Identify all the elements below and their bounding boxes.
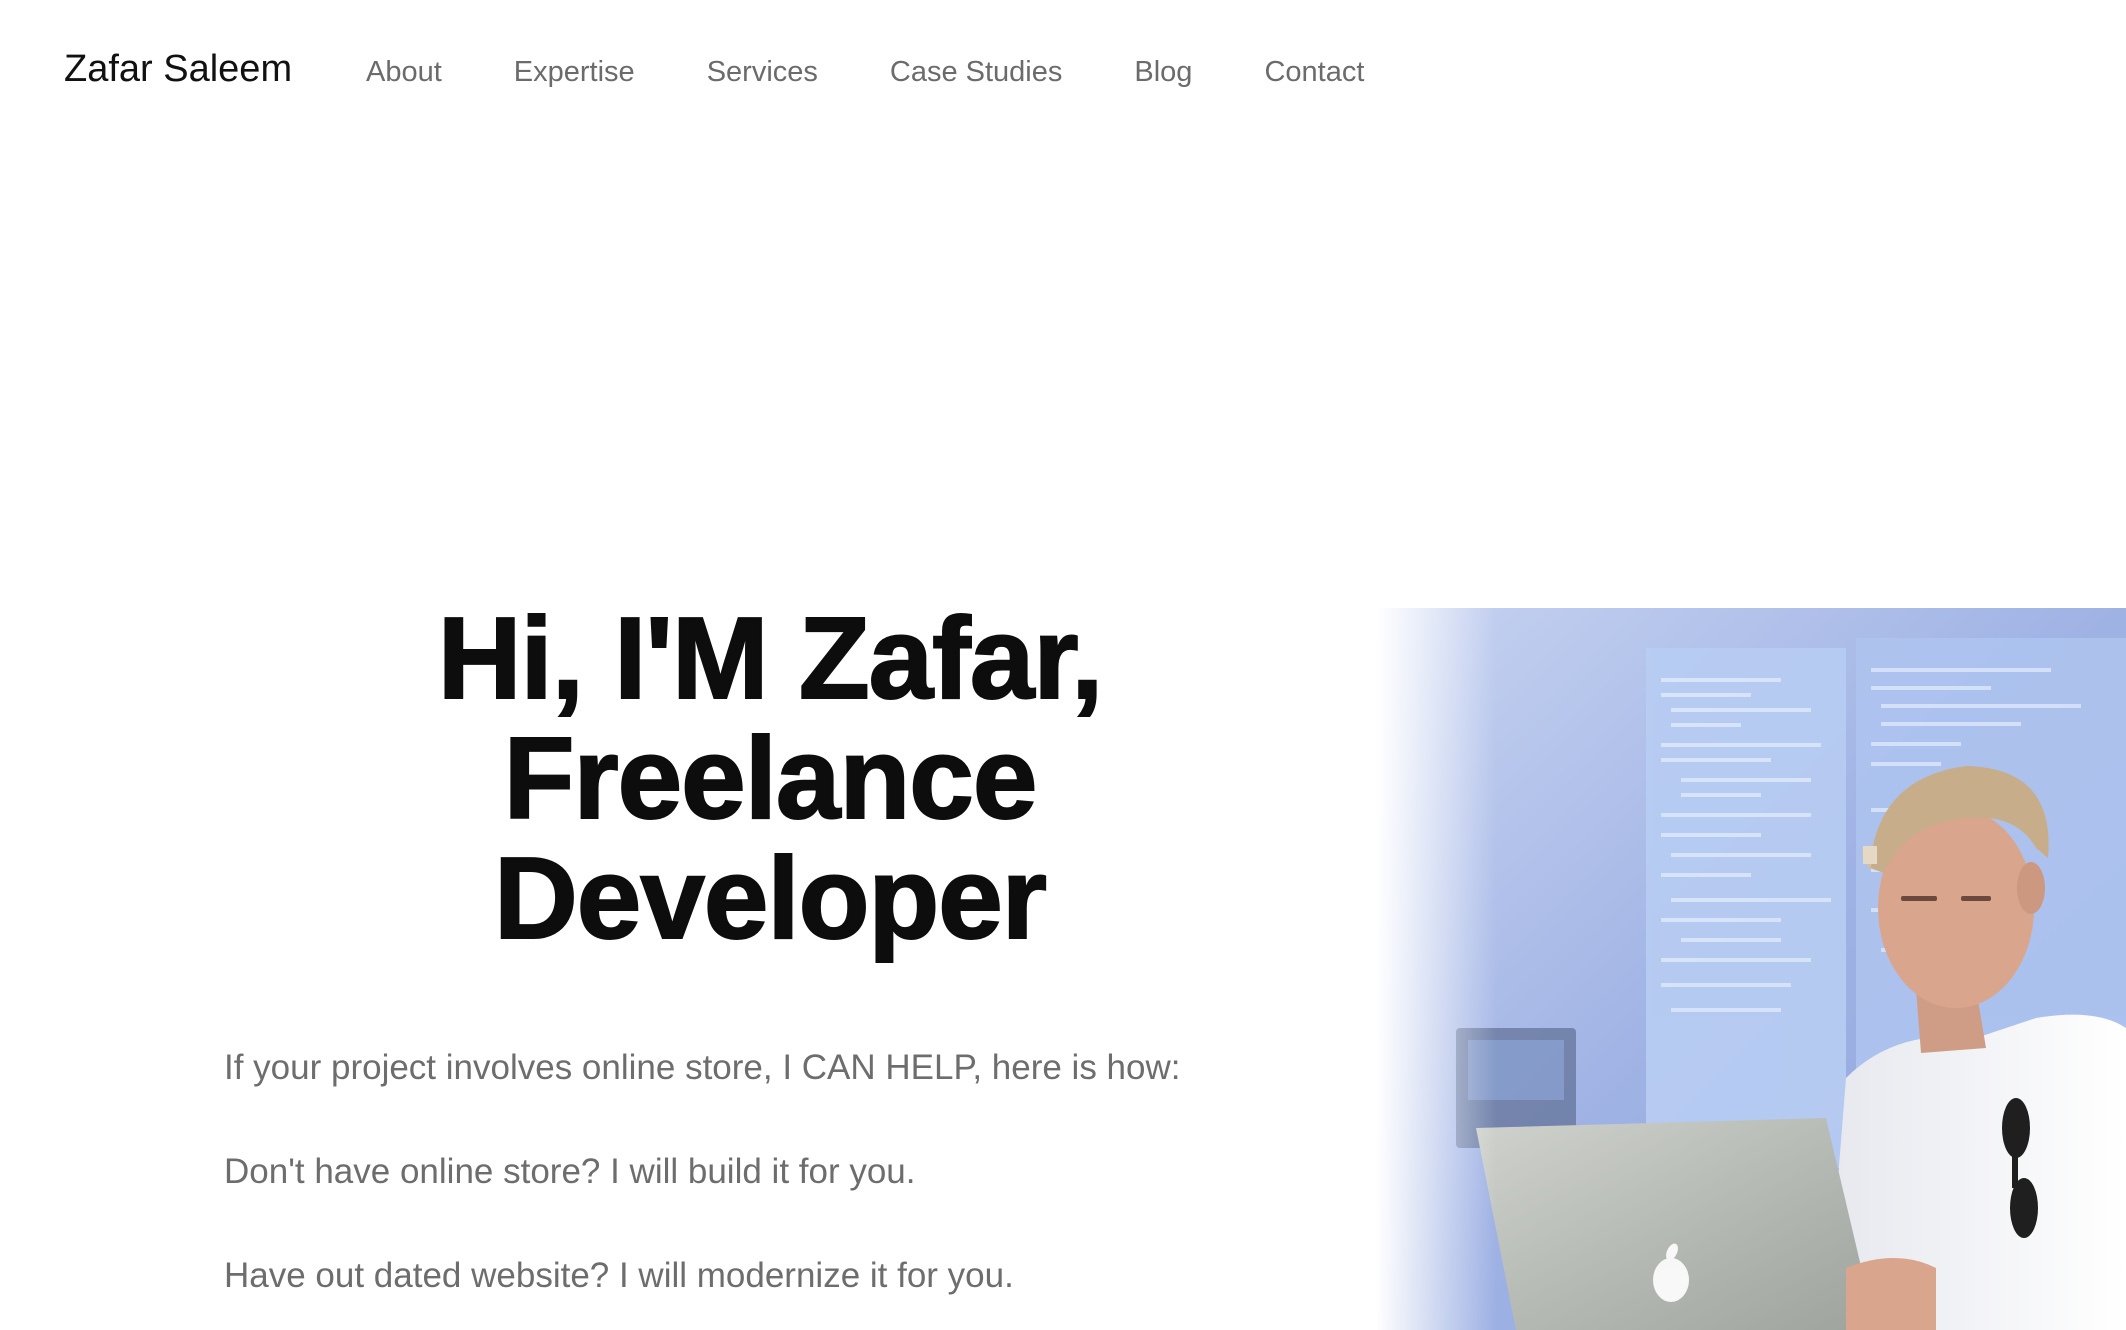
hero-line-2: Don't have online store? I will build it… (224, 1152, 916, 1191)
hero-line-3: Have out dated website? I will modernize… (224, 1256, 1014, 1295)
nav-services[interactable]: Services (707, 53, 818, 91)
nav-case-studies[interactable]: Case Studies (890, 53, 1063, 91)
hero-title-line-1: Hi, I'M Zafar, (437, 593, 1105, 723)
nav-contact[interactable]: Contact (1264, 53, 1364, 91)
hero-title: Hi, I'M Zafar, Freelance Developer (300, 593, 1240, 963)
hero-title-line-3: Developer (493, 833, 1048, 963)
nav-expertise[interactable]: Expertise (514, 53, 635, 91)
developer-photo (1376, 608, 2126, 1330)
hero-title-line-2: Freelance (503, 713, 1039, 843)
main-nav: About Expertise Services Case Studies Bl… (366, 53, 1436, 91)
hero-description: If your project involves online store, I… (224, 1048, 1324, 1330)
brand-logo-link[interactable]: Zafar Saleem (64, 48, 292, 91)
nav-about[interactable]: About (366, 53, 442, 91)
page: Zafar Saleem About Expertise Services Ca… (0, 0, 2126, 1330)
nav-blog[interactable]: Blog (1134, 53, 1192, 91)
site-header: Zafar Saleem About Expertise Services Ca… (0, 0, 2126, 144)
hero-line-1: If your project involves online store, I… (224, 1048, 1181, 1087)
